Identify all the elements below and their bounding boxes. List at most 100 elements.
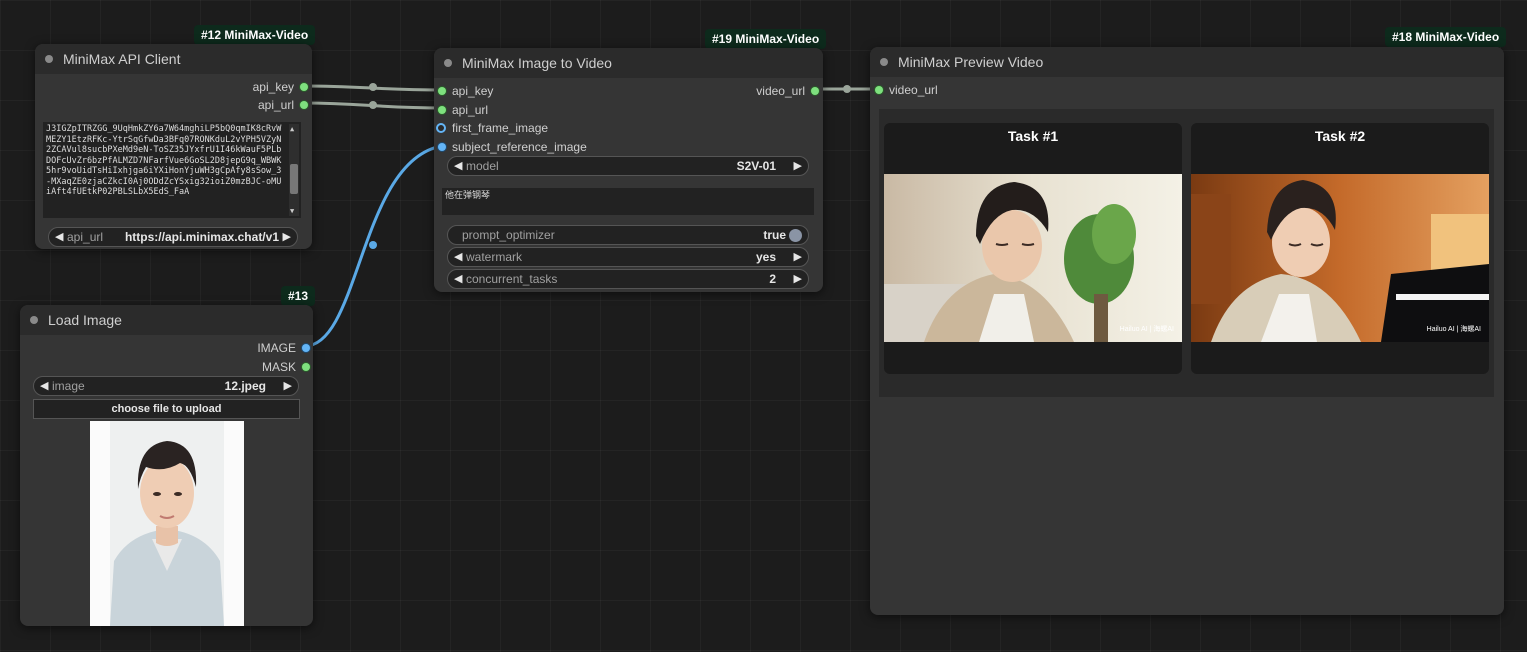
node-title-bar[interactable]: MiniMax API Client — [35, 44, 312, 74]
widget-value: true — [763, 228, 786, 242]
video-frame-1[interactable]: Hailuo AI | 海螺AI — [884, 174, 1182, 342]
prompt-textarea[interactable]: 他在弹钢琴 — [442, 188, 814, 215]
watermark-select-widget[interactable]: ◀ watermark yes ▶ — [447, 247, 809, 267]
collapse-dot-icon[interactable] — [880, 58, 888, 66]
output-socket-icon[interactable] — [302, 344, 310, 352]
input-video-url[interactable]: video_url — [875, 83, 938, 97]
output-label: MASK — [261, 360, 296, 374]
widget-label: api_url — [67, 230, 104, 244]
api-key-text: J3IGZpITRZGG_9UqHmkZY6a7W64mghiLP5bQ0qmI… — [46, 124, 282, 197]
output-label: api_url — [257, 98, 294, 112]
node-title: Load Image — [48, 312, 122, 328]
input-api-url[interactable]: api_url — [438, 103, 489, 117]
widget-label: prompt_optimizer — [462, 228, 555, 242]
widget-value: S2V-01 — [736, 159, 776, 173]
video-watermark: Hailuo AI | 海螺AI — [1426, 326, 1481, 333]
image-preview — [90, 421, 244, 626]
input-socket-icon[interactable] — [875, 86, 883, 94]
increment-arrow-icon[interactable]: ▶ — [283, 230, 291, 243]
input-api-key[interactable]: api_key — [438, 84, 494, 98]
node-title-bar[interactable]: MiniMax Preview Video — [870, 47, 1504, 77]
decrement-arrow-icon[interactable]: ◀ — [454, 272, 462, 285]
output-label: api_key — [252, 80, 294, 94]
node-badge-preview: #18 MiniMax-Video — [1385, 27, 1507, 47]
decrement-arrow-icon[interactable]: ◀ — [55, 230, 63, 243]
node-image-to-video[interactable]: MiniMax Image to Video api_key api_url f… — [434, 48, 823, 292]
collapse-dot-icon[interactable] — [45, 55, 53, 63]
input-label: first_frame_image — [452, 121, 549, 135]
scroll-thumb[interactable] — [290, 164, 298, 194]
node-title: MiniMax API Client — [63, 51, 181, 67]
widget-value: yes — [755, 250, 776, 264]
increment-arrow-icon[interactable]: ▶ — [284, 379, 292, 392]
decrement-arrow-icon[interactable]: ◀ — [454, 250, 462, 263]
output-api-key[interactable]: api_key — [252, 80, 308, 94]
decrement-arrow-icon[interactable]: ◀ — [454, 159, 462, 172]
scroll-down-icon[interactable]: ▼ — [290, 206, 294, 217]
output-video-url[interactable]: video_url — [756, 84, 819, 98]
video-watermark: Hailuo AI | 海螺AI — [1119, 326, 1174, 333]
api-url-widget[interactable]: ◀ api_url https://api.minimax.chat/v1 ▶ — [48, 227, 298, 247]
collapse-dot-icon[interactable] — [444, 59, 452, 67]
node-title: MiniMax Preview Video — [898, 54, 1044, 70]
node-load-image[interactable]: Load Image IMAGE MASK ◀ image 12.jpeg ▶ … — [20, 305, 313, 626]
node-badge-load-image: #13 — [281, 286, 316, 306]
task-title: Task #1 — [1007, 128, 1059, 144]
input-socket-icon[interactable] — [438, 125, 444, 131]
output-socket-icon[interactable] — [302, 363, 310, 371]
choose-file-button[interactable]: choose file to upload — [33, 399, 300, 419]
output-mask[interactable]: MASK — [261, 360, 310, 374]
widget-label: watermark — [466, 250, 523, 264]
input-label: api_key — [452, 84, 494, 98]
output-socket-icon[interactable] — [300, 101, 308, 109]
scroll-up-icon[interactable]: ▲ — [290, 124, 294, 135]
widget-label: model — [466, 159, 499, 173]
input-subject-reference-image[interactable]: subject_reference_image — [438, 140, 587, 154]
input-first-frame-image[interactable]: first_frame_image — [438, 121, 549, 135]
preview-area: Task #1 Hailuo AI | 海螺AI Task #2 Hailuo … — [879, 109, 1494, 397]
link-video-url-midpoint — [843, 85, 851, 93]
node-title-bar[interactable]: MiniMax Image to Video — [434, 48, 823, 78]
increment-arrow-icon[interactable]: ▶ — [794, 272, 802, 285]
output-label: video_url — [756, 84, 805, 98]
image-select-widget[interactable]: ◀ image 12.jpeg ▶ — [33, 376, 299, 396]
node-badge-api-client: #12 MiniMax-Video — [194, 25, 316, 45]
link-api-key-midpoint — [369, 83, 377, 91]
prompt-text: 他在弹钢琴 — [445, 191, 491, 201]
input-label: api_url — [452, 103, 489, 117]
input-label: video_url — [889, 83, 938, 97]
collapse-dot-icon[interactable] — [30, 316, 38, 324]
output-image[interactable]: IMAGE — [257, 341, 310, 355]
output-socket-icon[interactable] — [300, 83, 308, 91]
widget-value: https://api.minimax.chat/v1 — [124, 230, 279, 244]
increment-arrow-icon[interactable]: ▶ — [794, 250, 802, 263]
input-socket-icon[interactable] — [438, 143, 446, 151]
output-label: IMAGE — [257, 341, 296, 355]
task-title: Task #2 — [1314, 128, 1366, 144]
task-card-1[interactable]: Task #1 Hailuo AI | 海螺AI — [884, 123, 1182, 374]
input-label: subject_reference_image — [452, 140, 587, 154]
task-card-2[interactable]: Task #2 Hailuo AI | 海螺AI — [1191, 123, 1489, 374]
input-socket-icon[interactable] — [438, 87, 446, 95]
node-api-client[interactable]: MiniMax API Client api_key api_url J3IGZ… — [35, 44, 312, 249]
node-preview-video[interactable]: MiniMax Preview Video video_url Task #1 — [870, 47, 1504, 615]
increment-arrow-icon[interactable]: ▶ — [794, 159, 802, 172]
node-badge-image-to-video: #19 MiniMax-Video — [705, 29, 827, 49]
video-frame-2[interactable]: Hailuo AI | 海螺AI — [1191, 174, 1489, 342]
output-socket-icon[interactable] — [811, 87, 819, 95]
api-key-textarea[interactable]: J3IGZpITRZGG_9UqHmkZY6a7W64mghiLP5bQ0qmI… — [43, 122, 301, 218]
widget-value: 2 — [769, 272, 776, 286]
model-select-widget[interactable]: ◀ model S2V-01 ▶ — [447, 156, 809, 176]
input-socket-icon[interactable] — [438, 106, 446, 114]
decrement-arrow-icon[interactable]: ◀ — [40, 379, 48, 392]
concurrent-tasks-widget[interactable]: ◀ concurrent_tasks 2 ▶ — [447, 269, 809, 289]
prompt-optimizer-toggle[interactable]: prompt_optimizer true — [447, 225, 809, 245]
scrollbar[interactable]: ▲ ▼ — [289, 124, 299, 216]
portrait-image — [110, 421, 224, 626]
node-title-bar[interactable]: Load Image — [20, 305, 313, 335]
link-api-url-midpoint — [369, 101, 377, 109]
video-thumbnail-2 — [1191, 174, 1489, 342]
output-api-url[interactable]: api_url — [257, 98, 308, 112]
toggle-knob-icon[interactable] — [789, 229, 802, 242]
widget-label: concurrent_tasks — [466, 272, 558, 286]
